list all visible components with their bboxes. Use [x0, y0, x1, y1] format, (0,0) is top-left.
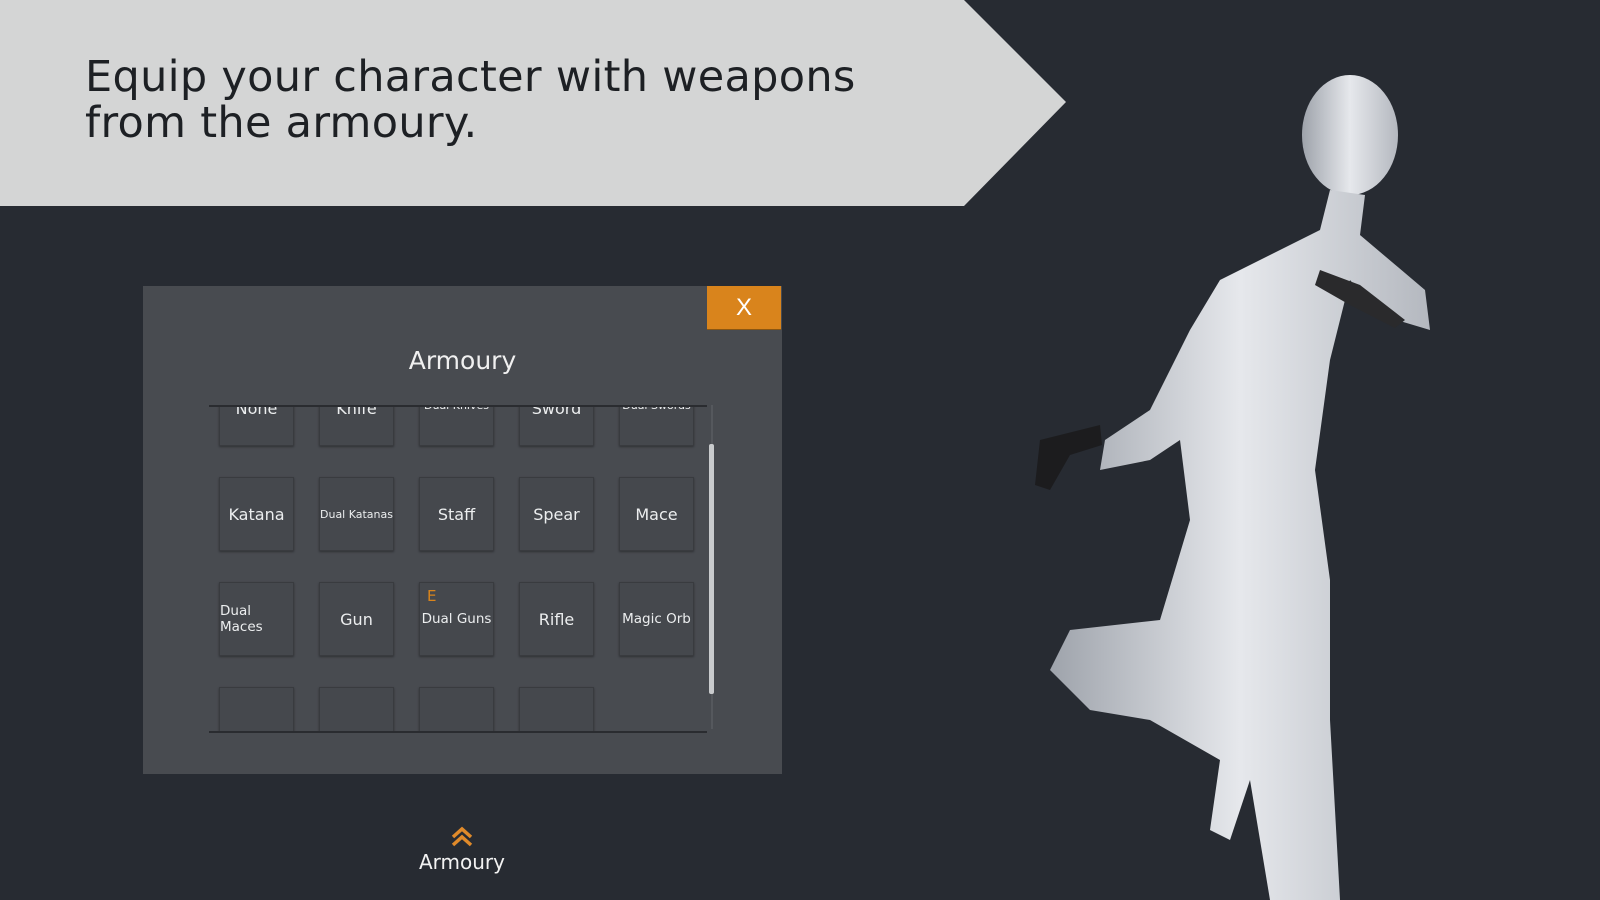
weapon-button-dual-knives[interactable]: Dual Knives — [419, 405, 494, 446]
close-button[interactable]: X — [707, 286, 781, 329]
armoury-tab-label: Armoury — [418, 850, 505, 874]
weapon-label: Gun — [340, 609, 373, 629]
weapon-button-dual-katanas[interactable]: Dual Katanas — [319, 477, 394, 551]
weapon-button-hammer[interactable]: Hammer — [219, 687, 294, 731]
weapon-button-dual-hammers[interactable]: Dual Hammers — [319, 687, 394, 731]
instruction-text: Equip your character with weapons from t… — [85, 52, 856, 148]
weapon-label: Dual Katanas — [320, 507, 393, 521]
weapon-grid[interactable]: None Knife Dual Knives Sword Dual Swords Kata… — [209, 405, 707, 733]
weapon-label: Dual Knives — [424, 405, 489, 412]
panel-title: Armoury — [408, 346, 517, 375]
weapon-label: Spear — [533, 504, 580, 524]
weapon-label: None — [235, 405, 278, 418]
weapon-button-dual-swords[interactable]: Dual Swords — [619, 405, 694, 446]
weapon-label: Staff — [437, 504, 476, 524]
weapon-label: Sword — [531, 405, 582, 418]
armoury-tab[interactable]: Armoury — [402, 826, 522, 874]
weapon-button-mace[interactable]: Mace — [619, 477, 694, 551]
weapon-label: Dual Guns — [421, 611, 492, 627]
weapon-label: Rifle — [538, 609, 575, 629]
weapon-button-sword[interactable]: Sword — [519, 405, 594, 446]
weapon-button-staff[interactable]: Staff — [419, 477, 494, 551]
weapon-button-spear[interactable]: Spear — [519, 477, 594, 551]
equipped-badge: E — [427, 587, 437, 605]
scrollbar-thumb[interactable] — [709, 444, 714, 694]
weapon-button-katana[interactable]: Katana — [219, 477, 294, 551]
weapon-label: Katana — [228, 504, 285, 524]
weapon-label: Dual Maces — [220, 603, 263, 635]
weapon-button-rifle[interactable]: Rifle — [519, 582, 594, 656]
weapon-button-gun[interactable]: Gun — [319, 582, 394, 656]
weapon-label: Magic Orb — [622, 611, 691, 627]
weapon-label: Dual Swords — [622, 405, 691, 412]
weapon-button-dual-guns[interactable]: Dual Guns E — [419, 582, 494, 656]
weapon-button-knife[interactable]: Knife — [319, 405, 394, 446]
double-chevron-up-icon — [451, 826, 473, 847]
weapon-label: Knife — [336, 405, 377, 418]
weapon-label: Mace — [635, 504, 678, 524]
weapon-button-magic-orb[interactable]: Magic Orb — [619, 582, 694, 656]
weapon-button-axe[interactable]: Axe — [419, 687, 494, 731]
weapon-button-none[interactable]: None — [219, 405, 294, 446]
weapon-button-dual-maces[interactable]: Dual Maces — [219, 582, 294, 656]
weapon-button-dual-axes[interactable]: Dual Axes — [519, 687, 594, 731]
character-model — [1035, 75, 1430, 900]
